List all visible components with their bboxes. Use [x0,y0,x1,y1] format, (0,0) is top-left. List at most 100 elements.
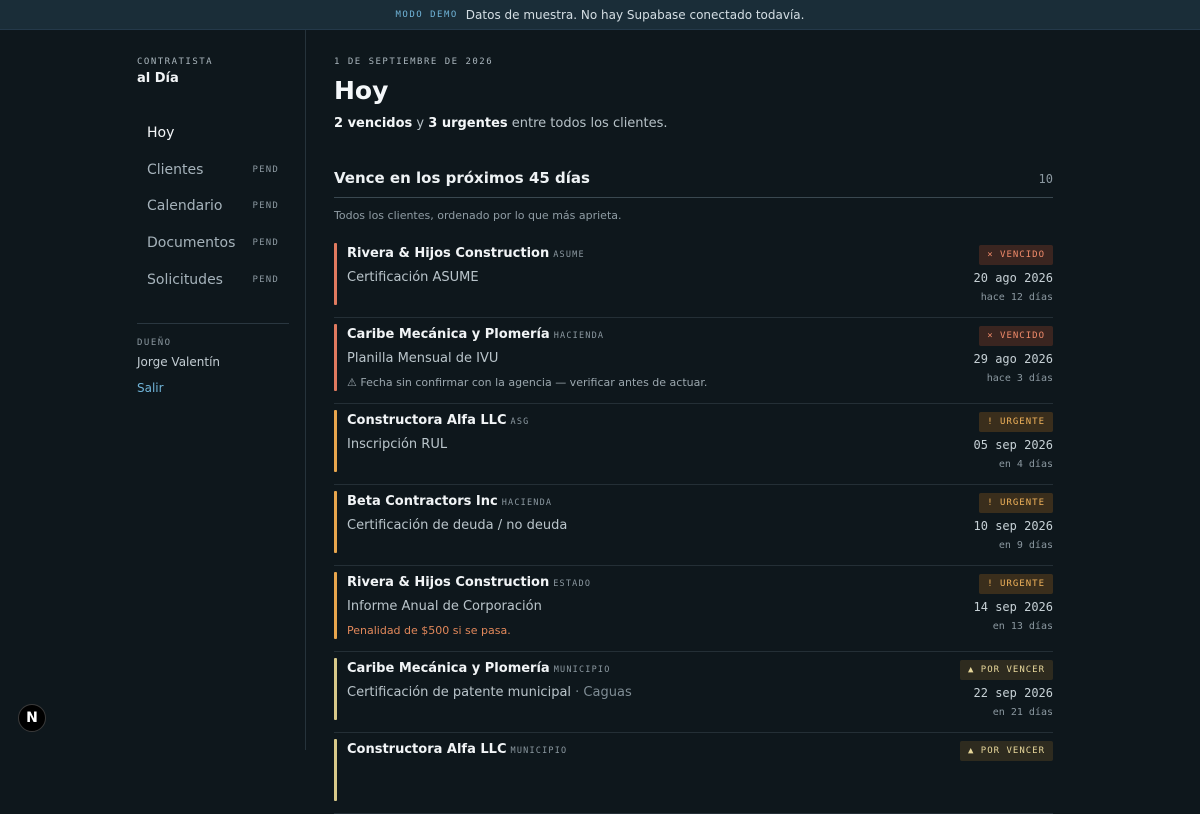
due-date: 22 sep 2026 [973,686,1053,700]
sidebar-item-calendario[interactable]: Calendario PEND [137,188,289,225]
client-label: Constructora Alfa LLC [347,413,507,428]
client-label: Rivera & Hijos Construction [347,575,550,590]
due-date: 29 ago 2026 [973,352,1053,366]
municipality: · Caguas [575,685,632,700]
due-date: 20 ago 2026 [973,271,1053,285]
sidebar-item-solicitudes[interactable]: Solicitudes PEND [137,261,289,298]
obligation-label: Planilla Mensual de IVU [347,351,499,366]
sidebar-item-clientes[interactable]: Clientes PEND [137,152,289,189]
client-name: Rivera & Hijos Construction ASUME [347,246,585,261]
agency-tag: HACIENDA [501,498,553,508]
status-bar [334,491,337,553]
section-header: Vence en los próximos 45 días 10 [334,169,1053,198]
client-label: Caribe Mecánica y Plomería [347,661,550,676]
client-name: Caribe Mecánica y Plomería MUNICIPIO [347,661,611,676]
obligation-name: Inscripción RUL [347,437,447,452]
status-badge: × VENCIDO [979,245,1053,265]
brand-name: al Día [137,71,179,86]
summary-joiner: y [416,116,425,131]
obligation-name: Certificación ASUME [347,270,479,285]
pending-badge: PEND [252,201,279,212]
client-name: Caribe Mecánica y Plomería HACIENDA [347,327,604,342]
relative-time: en 9 días [998,540,1053,551]
status-bar [334,324,337,391]
status-bar [334,410,337,472]
section-title: Vence en los próximos 45 días [334,169,590,187]
deadline-row[interactable]: Rivera & Hijos Construction ESTADO Informe… [334,566,1053,652]
brand-kicker: CONTRATISTA [137,57,214,67]
demo-banner: MODO DEMO Datos de muestra. No hay Supab… [0,0,1200,30]
status-badge: ▲ POR VENCER [959,660,1053,680]
client-label: Rivera & Hijos Construction [347,246,550,261]
current-date: 1 DE SEPTIEMBRE DE 2026 [334,57,494,67]
owner-name: Jorge Valentín [137,355,221,369]
row-note: Penalidad de $500 si se pasa. [347,624,511,637]
client-name: Rivera & Hijos Construction ESTADO [347,575,591,590]
agency-tag: HACIENDA [553,331,605,341]
logout-link[interactable]: Salir [137,381,164,395]
relative-time: hace 3 días [986,373,1053,384]
due-date: 10 sep 2026 [973,519,1053,533]
pending-badge: PEND [252,164,279,175]
sidebar-item-label: Clientes [147,161,204,178]
status-badge: × VENCIDO [979,326,1053,346]
obligation-label: Informe Anual de Corporación [347,599,542,614]
main-content: 1 DE SEPTIEMBRE DE 2026 Hoy 2 vencidos y… [334,30,1053,814]
obligation-label: Certificación de patente municipal [347,685,572,700]
obligation-name: Certificación de patente municipal · Cag… [347,685,632,700]
relative-time: hace 12 días [980,292,1053,303]
deadline-row[interactable]: Rivera & Hijos Construction ASUME Certific… [334,237,1053,318]
status-bar [334,243,337,305]
due-date: 05 sep 2026 [973,438,1053,452]
client-label: Caribe Mecánica y Plomería [347,327,550,342]
obligation-name: Planilla Mensual de IVU [347,351,498,366]
agency-tag: ASG [510,417,530,427]
demo-mode-tag: MODO DEMO [395,9,458,20]
obligation-label: Inscripción RUL [347,437,448,452]
deadline-row[interactable]: Beta Contractors Inc HACIENDA Certificació… [334,485,1053,566]
client-name: Beta Contractors Inc HACIENDA [347,494,552,509]
sidebar-item-documentos[interactable]: Documentos PEND [137,225,289,262]
client-label: Beta Contractors Inc [347,494,498,509]
section-count: 10 [1038,172,1053,186]
owner-label: DUEÑO [137,338,172,348]
status-bar [334,739,337,801]
obligation-label: Certificación ASUME [347,270,479,285]
sidebar-item-label: Hoy [147,125,175,142]
sidebar-item-hoy[interactable]: Hoy [137,115,289,152]
agency-tag: MUNICIPIO [510,746,568,756]
deadline-list: Rivera & Hijos Construction ASUME Certific… [334,237,1053,814]
status-bar [334,658,337,720]
status-badge: ▲ POR VENCER [959,741,1053,761]
status-badge: ! URGENTE [979,493,1053,513]
sidebar-item-label: Calendario [147,198,223,215]
deadline-row[interactable]: Caribe Mecánica y Plomería MUNICIPIO Certi… [334,652,1053,733]
deadline-row[interactable]: Caribe Mecánica y Plomería HACIENDA Planil… [334,318,1053,404]
relative-time: en 21 días [992,707,1053,718]
agency-tag: ASUME [553,250,585,260]
framework-logo-icon[interactable]: N [18,704,46,732]
relative-time: en 13 días [992,621,1053,632]
status-badge: ! URGENTE [979,412,1053,432]
page-title: Hoy [334,76,389,105]
obligation-label: Certificación de deuda / no deuda [347,518,568,533]
pending-badge: PEND [252,238,279,249]
pending-badge: PEND [252,274,279,285]
deadline-row[interactable]: Constructora Alfa LLC ASG Inscripción RUL … [334,404,1053,485]
sidebar: CONTRATISTA al Día Hoy Clientes PEND Calend… [0,30,306,750]
due-date: 14 sep 2026 [973,600,1053,614]
status-bar [334,572,337,639]
deadline-row[interactable]: Constructora Alfa LLC MUNICIPIO ▲ POR VEN… [334,733,1053,814]
summary-tail: entre todos los clientes. [511,116,668,131]
agency-tag: ESTADO [553,579,592,589]
summary-line: 2 vencidos y 3 urgentes entre todos los … [334,116,668,131]
sidebar-item-label: Documentos [147,235,236,252]
urgent-count: 3 urgentes [428,116,508,131]
row-note: ⚠ Fecha sin confirmar con la agencia — v… [347,376,708,389]
sidebar-divider [137,323,289,324]
obligation-name: Informe Anual de Corporación [347,599,542,614]
relative-time: en 4 días [998,459,1053,470]
overdue-count: 2 vencidos [334,116,413,131]
client-name: Constructora Alfa LLC ASG [347,413,529,428]
obligation-name: Certificación de deuda / no deuda [347,518,567,533]
